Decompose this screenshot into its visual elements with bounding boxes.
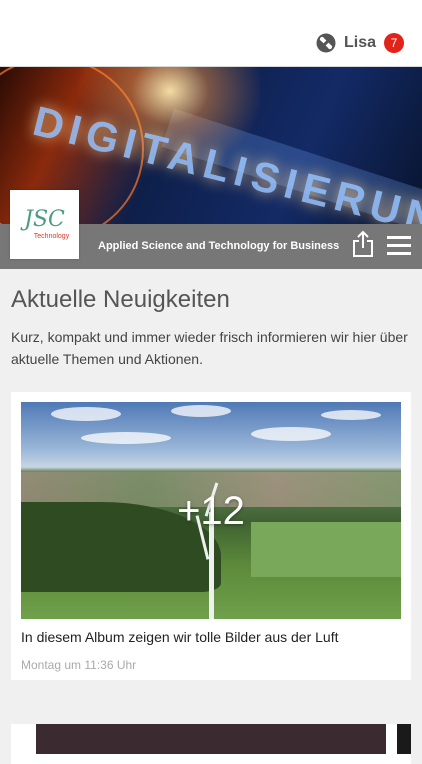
- cloud: [81, 432, 171, 444]
- menu-icon[interactable]: [387, 236, 411, 256]
- logo-subtext: Technology: [33, 233, 70, 240]
- share-icon[interactable]: [351, 230, 375, 258]
- company-logo[interactable]: JSC Technology: [10, 190, 79, 259]
- user-name: Lisa: [343, 34, 376, 51]
- notification-badge[interactable]: 7: [384, 33, 404, 53]
- news-card[interactable]: [11, 724, 411, 764]
- logo-text: JSC: [24, 207, 65, 232]
- cloud: [171, 405, 231, 417]
- user-menu[interactable]: Lisa 7: [316, 33, 404, 53]
- cloud: [51, 407, 121, 421]
- cloud: [321, 410, 381, 420]
- news-card-title: In diesem Album zeigen wir tolle Bilder …: [21, 629, 339, 645]
- company-tagline: Applied Science and Technology for Busin…: [98, 240, 340, 252]
- news-card-time: Montag um 11:36 Uhr: [21, 658, 137, 672]
- cloud: [251, 427, 331, 441]
- top-bar: Lisa 7: [0, 0, 422, 67]
- app-logo-icon: [316, 33, 336, 53]
- news-card[interactable]: +12 In diesem Album zeigen wir tolle Bil…: [11, 392, 411, 680]
- album-photo[interactable]: +12: [21, 402, 401, 619]
- page-title: Aktuelle Neuigkeiten: [11, 286, 230, 313]
- intro-text: Kurz, kompakt und immer wieder frisch in…: [11, 329, 408, 367]
- more-photos-count: +12: [177, 489, 245, 533]
